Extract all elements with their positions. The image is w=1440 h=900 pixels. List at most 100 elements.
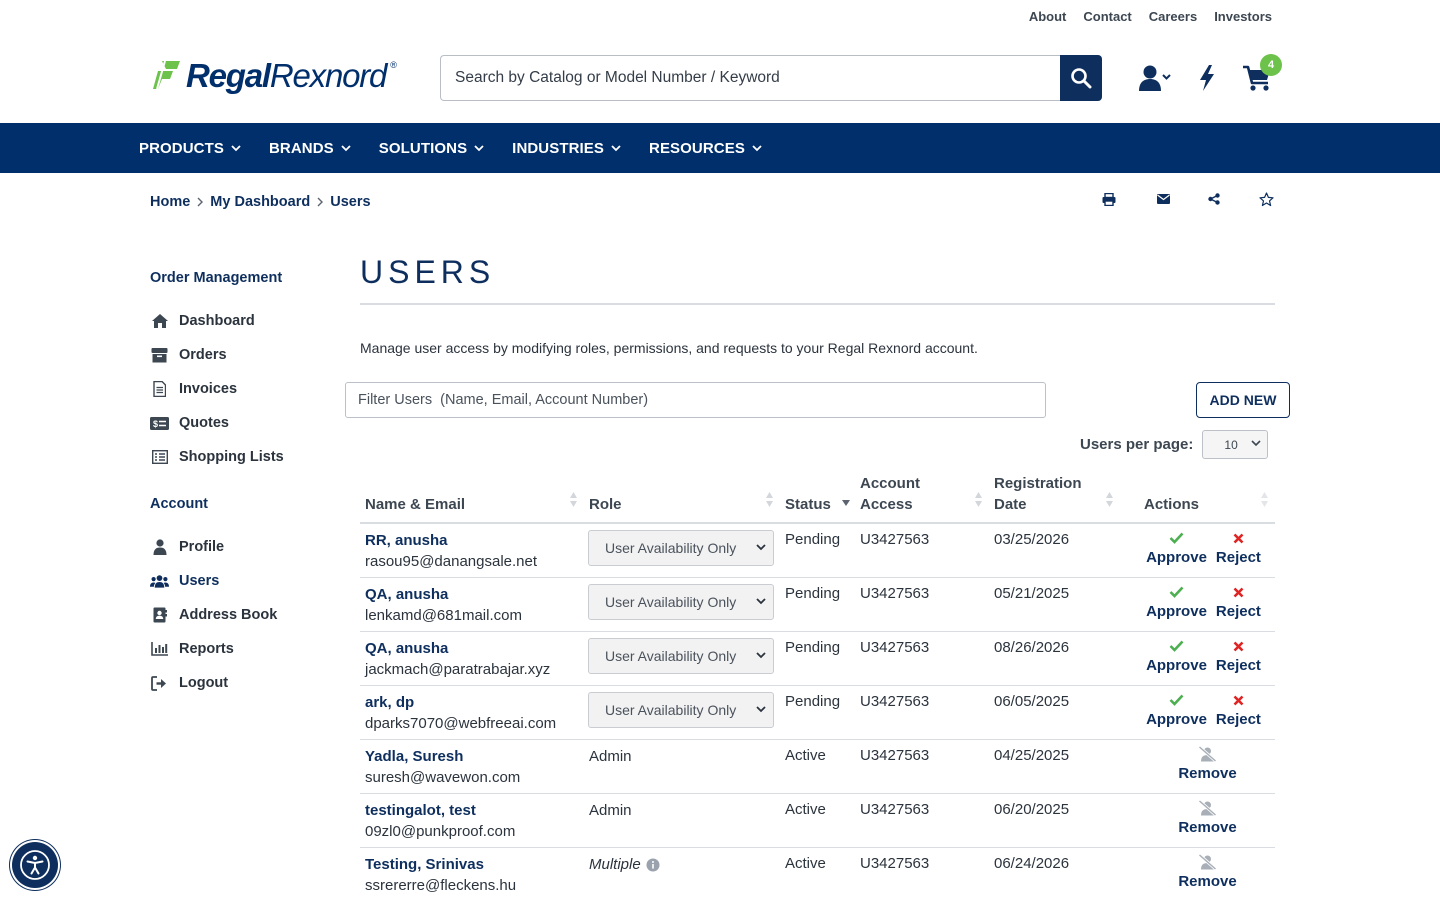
users-table: Name & Email Role Status Account Access R… (360, 472, 1275, 900)
approve-button[interactable]: Approve (1146, 638, 1207, 674)
sidebar-item-quotes[interactable]: $ Quotes (150, 406, 330, 440)
sidebar-item-shopping-lists[interactable]: Shopping Lists (150, 440, 330, 474)
investors-link[interactable]: Investors (1214, 9, 1272, 24)
per-page-select[interactable]: 10 (1202, 430, 1269, 459)
user-name-link[interactable]: RR, anusha (365, 531, 579, 551)
cell-account-access: U3427563 (860, 639, 930, 656)
user-email: ssrererre@fleckens.hu (365, 877, 517, 894)
nav-industries[interactable]: INDUSTRIES (512, 140, 621, 157)
reject-button[interactable]: Reject (1216, 692, 1261, 728)
remove-button[interactable]: Remove (1178, 800, 1237, 847)
filter-users-input[interactable] (345, 382, 1046, 418)
header-label-line2: Date (994, 496, 1027, 513)
user-name-link[interactable]: Testing, Srinivas (365, 855, 579, 875)
nav-brands[interactable]: BRANDS (269, 140, 351, 157)
user-name-link[interactable]: ark, dp (365, 693, 579, 713)
sort-icon (1106, 492, 1113, 507)
column-header-account-access[interactable]: Account Access (855, 472, 989, 522)
sidebar-item-invoices[interactable]: Invoices (150, 372, 330, 406)
careers-link[interactable]: Careers (1149, 9, 1197, 24)
header-label-line1: Account (860, 475, 920, 492)
approve-button[interactable]: Approve (1146, 530, 1207, 566)
role-select[interactable]: User Availability Only (588, 584, 774, 620)
sidebar-item-dashboard[interactable]: Dashboard (150, 304, 330, 338)
sidebar-item-label: Dashboard (179, 313, 255, 329)
role-select[interactable]: User Availability Only (588, 638, 774, 674)
role-multiple: Multiple (589, 855, 775, 875)
users-icon (150, 572, 169, 590)
approve-button[interactable]: Approve (1146, 692, 1207, 728)
user-name-link[interactable]: testingalot, test (365, 801, 579, 821)
cell-status: Active (785, 747, 826, 764)
chevron-down-icon (752, 144, 762, 151)
breadcrumb-home[interactable]: Home (150, 194, 190, 210)
nav-resources[interactable]: RESOURCES (649, 140, 762, 157)
remove-button[interactable]: Remove (1178, 746, 1237, 793)
column-header-registration-date[interactable]: Registration Date (989, 472, 1132, 522)
user-name-link[interactable]: Yadla, Suresh (365, 747, 579, 767)
approve-label: Approve (1146, 657, 1207, 674)
column-header-status[interactable]: Status (780, 472, 855, 522)
share-button[interactable] (1205, 190, 1223, 208)
user-name-link[interactable]: QA, anusha (365, 585, 579, 605)
column-header-role[interactable]: Role (584, 472, 780, 522)
nav-products[interactable]: PRODUCTS (139, 140, 241, 157)
email-button[interactable] (1154, 190, 1172, 208)
users-per-page: Users per page: 10 (1080, 430, 1269, 459)
sidebar-item-address-book[interactable]: Address Book (150, 598, 330, 632)
column-header-name-email[interactable]: Name & Email (360, 472, 584, 522)
breadcrumb-current: Users (330, 194, 371, 210)
breadcrumb-dashboard[interactable]: My Dashboard (210, 194, 310, 210)
cell-account-access: U3427563 (860, 585, 930, 602)
about-link[interactable]: About (1029, 9, 1067, 24)
user-name-link[interactable]: QA, anusha (365, 639, 579, 659)
search-button[interactable] (1060, 55, 1102, 101)
cell-status: Pending (785, 639, 841, 656)
approve-button[interactable]: Approve (1146, 584, 1207, 620)
quick-order-button[interactable] (1198, 62, 1216, 94)
nav-solutions[interactable]: SOLUTIONS (379, 140, 484, 157)
reject-button[interactable]: Reject (1216, 638, 1261, 674)
print-button[interactable] (1100, 190, 1118, 208)
table-row: Testing, Srinivas ssrererre@fleckens.hu … (360, 848, 1275, 900)
utility-nav: About Contact Careers Investors (1029, 9, 1272, 24)
accessibility-button[interactable] (12, 842, 58, 888)
header-label: Status (785, 496, 831, 513)
sidebar-item-reports[interactable]: Reports (150, 632, 330, 666)
check-icon (1169, 532, 1184, 544)
role-select[interactable]: User Availability Only (588, 692, 774, 728)
x-icon (1233, 695, 1244, 705)
chevron-down-icon (474, 144, 484, 151)
sidebar-item-profile[interactable]: Profile (150, 530, 330, 564)
user-email: lenkamd@681mail.com (365, 607, 522, 624)
cell-actions: Remove (1132, 794, 1275, 847)
reject-label: Reject (1215, 711, 1261, 728)
cart-button[interactable]: 4 (1242, 54, 1282, 94)
contact-link[interactable]: Contact (1083, 9, 1131, 24)
reject-button[interactable]: Reject (1216, 530, 1261, 566)
role-select[interactable]: User Availability Only (588, 530, 774, 566)
table-row: testingalot, test 09zl0@punkproof.com Ad… (360, 794, 1275, 848)
header-label-line1: Registration (994, 475, 1082, 492)
sidebar-item-orders[interactable]: Orders (150, 338, 330, 372)
favorite-button[interactable] (1257, 190, 1275, 208)
account-menu-button[interactable] (1138, 62, 1172, 94)
box-icon (150, 346, 169, 364)
cell-actions: Remove (1132, 740, 1275, 793)
regal-rexnord-logo[interactable]: RegalRexnord ® (152, 58, 397, 92)
reject-button[interactable]: Reject (1216, 584, 1261, 620)
list-icon (150, 448, 169, 466)
column-header-actions: Actions (1132, 472, 1275, 522)
chevron-down-icon (756, 652, 766, 659)
remove-button[interactable]: Remove (1178, 854, 1237, 900)
check-icon (1169, 694, 1184, 706)
cell-actions: Remove (1132, 848, 1275, 900)
cell-status: Pending (785, 585, 841, 602)
add-new-user-button[interactable]: ADD NEW (1196, 382, 1290, 418)
info-icon[interactable] (646, 858, 660, 872)
user-email: 09zl0@punkproof.com (365, 823, 516, 840)
table-header: Name & Email Role Status Account Access R… (360, 472, 1275, 524)
sidebar-item-logout[interactable]: Logout (150, 666, 330, 700)
search-input[interactable] (440, 55, 1060, 101)
sidebar-item-users[interactable]: Users (150, 564, 330, 598)
